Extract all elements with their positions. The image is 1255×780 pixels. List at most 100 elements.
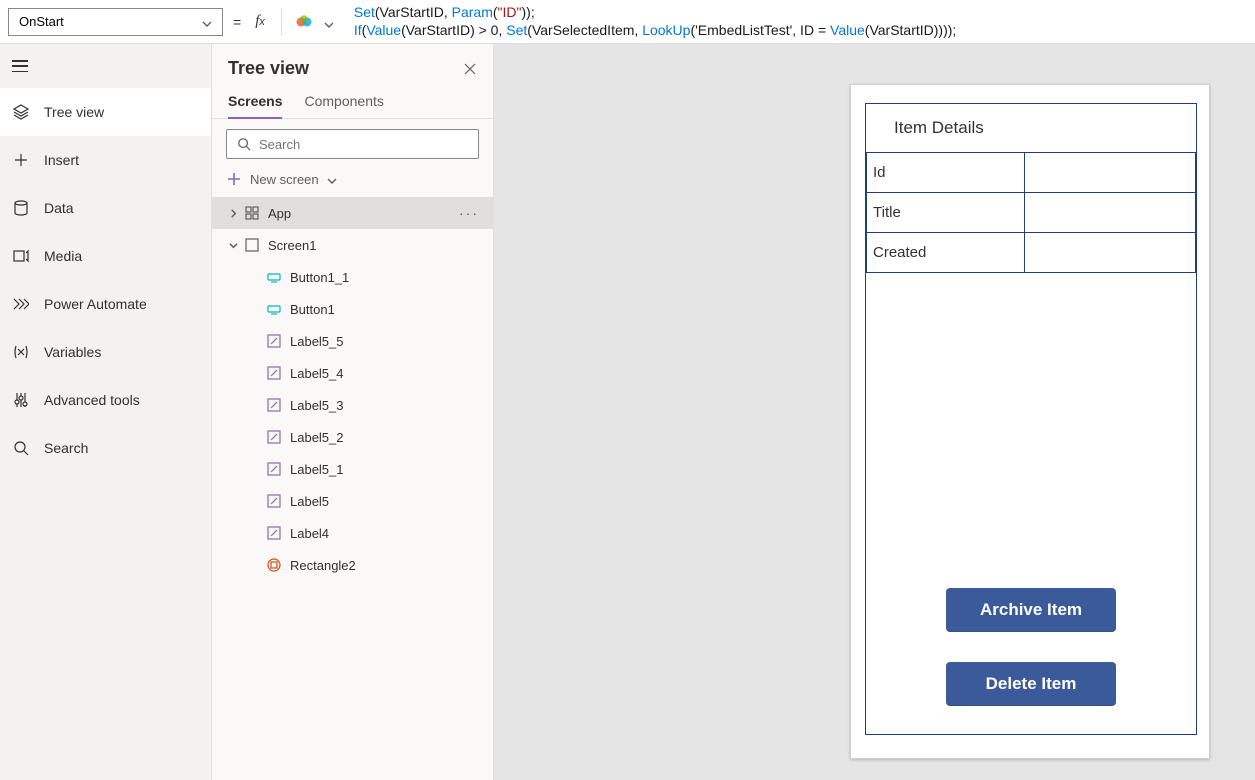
rail-advanced-tools[interactable]: Advanced tools (0, 376, 211, 424)
rail-label: Search (44, 440, 88, 456)
label-icon (266, 525, 282, 541)
rail-variables[interactable]: Variables (0, 328, 211, 376)
tree-node-screen[interactable]: Screen1 (212, 229, 493, 261)
rail-data[interactable]: Data (0, 184, 211, 232)
tree-node-control[interactable]: Label5_2 (212, 421, 493, 453)
node-label: Screen1 (268, 238, 316, 253)
row-value (1024, 233, 1195, 273)
row-value (1024, 193, 1195, 233)
equals-sign: = (233, 14, 241, 30)
node-label: Label5_5 (290, 334, 344, 349)
tree-node-control[interactable]: Label5_3 (212, 389, 493, 421)
row-value (1024, 153, 1195, 193)
node-label: Label5_1 (290, 462, 344, 477)
button-icon (266, 301, 282, 317)
chevron-down-icon[interactable] (324, 17, 334, 27)
rail-label: Insert (44, 152, 79, 168)
plus-icon (226, 171, 242, 187)
screen-icon (244, 237, 260, 253)
node-label: Label5 (290, 494, 329, 509)
database-icon (12, 199, 30, 217)
left-nav-rail: Tree view Insert Data Media Power Automa… (0, 44, 212, 780)
rail-search[interactable]: Search (0, 424, 211, 472)
table-row: Created (867, 233, 1196, 273)
new-screen-label: New screen (250, 172, 319, 187)
tree-node-control[interactable]: Label5_4 (212, 357, 493, 389)
rail-label: Advanced tools (44, 392, 140, 408)
app-canvas[interactable]: Item Details Id Title Created (850, 84, 1210, 759)
formula-bar: OnStart = fx Set(VarStartID, Param("ID")… (0, 0, 1255, 44)
item-details-card: Item Details Id Title Created (865, 103, 1197, 735)
node-label: Rectangle2 (290, 558, 356, 573)
tree-node-control[interactable]: Label4 (212, 517, 493, 549)
row-label: Created (867, 233, 1025, 273)
label-icon (266, 461, 282, 477)
label-icon (266, 493, 282, 509)
rail-tree-view[interactable]: Tree view (0, 88, 211, 136)
tree-node-control[interactable]: Label5_5 (212, 325, 493, 357)
property-name: OnStart (19, 14, 64, 29)
node-label: Label4 (290, 526, 329, 541)
label-icon (266, 429, 282, 445)
button-icon (266, 269, 282, 285)
rectangle-icon (266, 557, 282, 573)
rail-media[interactable]: Media (0, 232, 211, 280)
close-icon[interactable] (463, 62, 477, 76)
chevron-right-icon[interactable] (226, 206, 240, 220)
tree-node-control[interactable]: Label5_1 (212, 453, 493, 485)
tree-node-app[interactable]: App ··· (212, 197, 493, 229)
property-dropdown[interactable]: OnStart (8, 8, 223, 36)
rail-label: Tree view (44, 104, 104, 120)
plus-icon (12, 151, 30, 169)
search-input[interactable] (259, 137, 468, 152)
node-label: Label5_4 (290, 366, 344, 381)
flow-icon (12, 295, 30, 313)
chevron-down-icon (202, 17, 212, 27)
app-icon (244, 205, 260, 221)
archive-button[interactable]: Archive Item (946, 588, 1116, 632)
chevron-down-icon[interactable] (226, 238, 240, 252)
tree-list: App ··· Screen1 Button1_1 Button1 (212, 197, 493, 780)
node-label: Label5_2 (290, 430, 344, 445)
hamburger-icon[interactable] (12, 60, 28, 72)
panel-title: Tree view (228, 58, 309, 79)
rail-label: Data (44, 200, 74, 216)
chevron-down-icon (327, 174, 337, 184)
tree-node-control[interactable]: Label5 (212, 485, 493, 517)
more-icon[interactable]: ··· (459, 205, 485, 221)
node-label: Button1_1 (290, 270, 349, 285)
rail-label: Media (44, 248, 82, 264)
canvas-area[interactable]: Item Details Id Title Created (494, 44, 1255, 780)
rail-label: Power Automate (44, 296, 147, 312)
copilot-icon[interactable] (294, 12, 314, 32)
tree-view-panel: Tree view Screens Components New screen … (212, 44, 494, 780)
label-icon (266, 365, 282, 381)
layers-icon (12, 103, 30, 121)
tab-screens[interactable]: Screens (228, 93, 282, 119)
delete-button[interactable]: Delete Item (946, 662, 1116, 706)
tree-node-control[interactable]: Rectangle2 (212, 549, 493, 581)
table-row: Id (867, 153, 1196, 193)
tree-node-control[interactable]: Button1 (212, 293, 493, 325)
tree-search[interactable] (226, 129, 479, 159)
search-icon (237, 137, 251, 151)
node-label: Button1 (290, 302, 335, 317)
rail-power-automate[interactable]: Power Automate (0, 280, 211, 328)
tools-icon (12, 391, 30, 409)
separator (281, 8, 282, 36)
row-label: Id (867, 153, 1025, 193)
variable-icon (12, 343, 30, 361)
rail-insert[interactable]: Insert (0, 136, 211, 184)
label-icon (266, 397, 282, 413)
node-label: Label5_3 (290, 398, 344, 413)
search-icon (12, 439, 30, 457)
card-title: Item Details (866, 104, 1196, 152)
tree-node-control[interactable]: Button1_1 (212, 261, 493, 293)
row-label: Title (867, 193, 1025, 233)
tab-components[interactable]: Components (304, 93, 383, 118)
formula-editor[interactable]: Set(VarStartID, Param("ID")); If(Value(V… (348, 4, 1247, 40)
new-screen-button[interactable]: New screen (212, 165, 493, 197)
fx-icon: fx (255, 13, 265, 30)
table-row: Title (867, 193, 1196, 233)
media-icon (12, 247, 30, 265)
